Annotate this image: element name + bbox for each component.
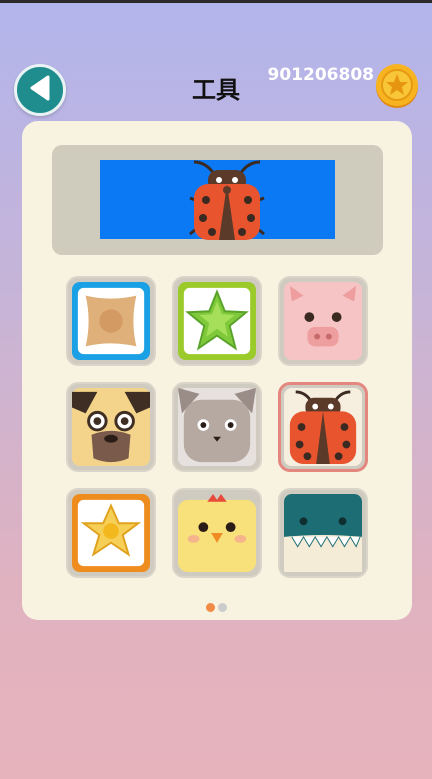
chick-icon [178, 494, 256, 572]
item-grid [66, 276, 370, 578]
page-dot-active[interactable] [206, 603, 215, 612]
cat-icon [178, 388, 256, 466]
item-whale[interactable] [278, 488, 368, 578]
page-dot[interactable] [218, 603, 227, 612]
item-ladybug[interactable] [278, 382, 368, 472]
preview-ladybug-icon [189, 160, 265, 240]
item-star-tile[interactable] [172, 276, 262, 366]
square-tile-icon [72, 282, 150, 360]
item-pug[interactable] [66, 382, 156, 472]
star-tile-icon [178, 282, 256, 360]
whale-icon [284, 494, 362, 572]
item-square-tile[interactable] [66, 276, 156, 366]
coin-count: 901206808 [267, 65, 374, 85]
page-indicator [206, 603, 228, 613]
item-flower-tile[interactable] [66, 488, 156, 578]
item-pig[interactable] [278, 276, 368, 366]
item-cat[interactable] [172, 382, 262, 472]
ladybug-icon [284, 388, 362, 466]
flower-tile-icon [72, 494, 150, 572]
status-bar [0, 0, 432, 3]
pig-icon [284, 282, 362, 360]
pug-icon [72, 388, 150, 466]
coin-icon [376, 64, 418, 108]
item-chick[interactable] [172, 488, 262, 578]
